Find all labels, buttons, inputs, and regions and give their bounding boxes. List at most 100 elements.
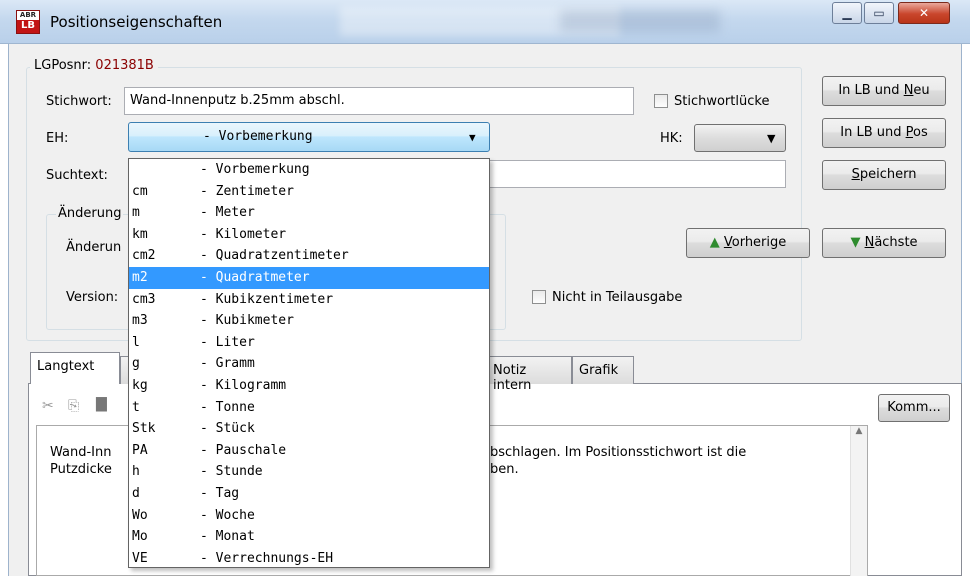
option-code: VE — [132, 550, 148, 566]
option-name: - Kubikzentimeter — [200, 291, 334, 307]
dropdown-option[interactable]: m3 - Kubikmeter — [129, 310, 489, 332]
option-code: PA — [132, 442, 148, 458]
lgposnr-legend: LGPosnr: 021381B — [30, 58, 158, 73]
lgposnr-value: 021381B — [95, 58, 154, 73]
dropdown-option[interactable]: g - Gramm — [129, 353, 489, 375]
option-code: l — [132, 334, 140, 350]
in-lb-und-neu-button[interactable]: In LB und Neu — [822, 76, 946, 106]
blurred-background — [560, 10, 720, 32]
option-code: t — [132, 399, 140, 415]
stichwort-input[interactable]: Wand-Innenputz b.25mm abschl. — [124, 87, 634, 115]
tab-grafik[interactable]: Grafik — [572, 356, 634, 384]
stichwortluecke-label: Stichwortlücke — [674, 94, 770, 109]
editor-text-line: bschlagen. Im Positionsstichwort ist die — [490, 445, 747, 460]
button-label-mnemonic: P — [905, 125, 914, 140]
speichern-button[interactable]: Speichern — [822, 160, 946, 190]
cut-icon[interactable]: ✂ — [42, 398, 54, 414]
option-code: m2 — [132, 269, 148, 285]
lgposnr-label: LGPosnr: — [34, 58, 92, 73]
option-name: - Kilogramm — [200, 377, 287, 393]
option-code: g — [132, 356, 140, 372]
eh-select[interactable]: - Vorbemerkung ▼ — [128, 122, 490, 152]
option-name: - Tag — [200, 485, 240, 501]
option-code: d — [132, 485, 140, 501]
maximize-button[interactable]: ▭ — [864, 2, 894, 24]
option-name: - Tonne — [200, 399, 255, 415]
option-code: cm2 — [132, 248, 156, 264]
close-button[interactable]: ✕ — [898, 2, 950, 24]
button-label: In LB und — [838, 83, 904, 98]
dropdown-option[interactable]: PA - Pauschale — [129, 440, 489, 462]
tab-langtext[interactable]: Langtext — [30, 352, 120, 384]
option-name: - Stunde — [200, 464, 263, 480]
tab-label: Grafik — [579, 363, 619, 378]
stichwortluecke-checkbox[interactable] — [654, 94, 668, 108]
komm-button[interactable]: Komm... — [878, 394, 950, 422]
option-code: Stk — [132, 421, 156, 437]
option-name: - Verrechnungs-EH — [200, 550, 334, 566]
nicht-teilausgabe-label: Nicht in Teilausgabe — [552, 290, 683, 305]
naechste-button[interactable]: ▼ Nächste — [822, 228, 946, 258]
option-name: - Kubikmeter — [200, 313, 294, 329]
option-name: - Kilometer — [200, 226, 287, 242]
dropdown-option[interactable]: VE - Verrechnungs-EH — [129, 548, 489, 570]
paste-icon[interactable]: ▇ — [96, 396, 107, 412]
option-name: - Zentimeter — [200, 183, 294, 199]
eh-dropdown-list[interactable]: - Vorbemerkung cm - Zentimeter m - Meter km - … — [128, 158, 490, 568]
dropdown-option[interactable]: m - Meter — [129, 202, 489, 224]
suchtext-input[interactable] — [486, 160, 786, 188]
minimize-button[interactable]: ▁ — [832, 2, 862, 24]
hk-label: HK: — [660, 131, 683, 146]
window-title: Positionseigenschaften — [50, 13, 223, 31]
dropdown-option[interactable]: cm3 - Kubikzentimeter — [129, 289, 489, 311]
dropdown-option[interactable]: Mo - Monat — [129, 526, 489, 548]
eh-selected-value: - Vorbemerkung — [203, 129, 313, 144]
copy-icon[interactable]: ⎘ — [68, 398, 79, 414]
option-name: - Monat — [200, 529, 255, 545]
app-icon[interactable]: ABR LB — [16, 10, 40, 34]
editor-text-line: Putzdicke — [50, 462, 112, 477]
editor-text-line: Wand-Inn — [50, 445, 112, 460]
hk-select[interactable]: ▼ — [694, 124, 786, 152]
tab-notiz-intern[interactable]: Notiz intern — [486, 356, 572, 393]
dropdown-option[interactable]: m2 - Quadratmeter — [129, 266, 489, 289]
vertical-scrollbar[interactable]: ▲ — [850, 426, 867, 576]
button-label-mnemonic: V — [723, 235, 732, 250]
dropdown-option[interactable]: h - Stunde — [129, 461, 489, 483]
close-icon: ✕ — [918, 6, 930, 20]
dropdown-option[interactable]: kg - Kilogramm — [129, 375, 489, 397]
eh-label: EH: — [46, 131, 69, 146]
option-name: - Gramm — [200, 356, 255, 372]
nicht-teilausgabe-checkbox[interactable] — [532, 290, 546, 304]
scroll-up-icon[interactable]: ▲ — [856, 426, 863, 436]
dropdown-option[interactable]: - Vorbemerkung — [129, 159, 489, 181]
option-code: Mo — [132, 529, 148, 545]
dropdown-option[interactable]: cm - Zentimeter — [129, 181, 489, 203]
dropdown-option[interactable]: km - Kilometer — [129, 224, 489, 246]
option-code: h — [132, 464, 140, 480]
dropdown-option[interactable]: t - Tonne — [129, 397, 489, 419]
aenderung-label: Änderun — [66, 240, 122, 255]
option-code: km — [132, 226, 148, 242]
button-label-mnemonic: S — [851, 167, 860, 182]
dropdown-option[interactable]: d - Tag — [129, 483, 489, 505]
dropdown-option[interactable]: l - Liter — [129, 332, 489, 354]
option-code: cm3 — [132, 291, 156, 307]
in-lb-und-pos-button[interactable]: In LB und Pos — [822, 118, 946, 148]
vorherige-button[interactable]: ▲ Vorherige — [686, 228, 810, 258]
arrow-up-icon: ▲ — [709, 235, 720, 250]
dropdown-option[interactable]: cm2 - Quadratzentimeter — [129, 245, 489, 267]
app-icon-bottom-text: LB — [17, 20, 39, 33]
option-code: Wo — [132, 507, 148, 523]
option-name: - Pauschale — [200, 442, 287, 458]
dropdown-option[interactable]: Wo - Woche — [129, 505, 489, 527]
tab-label: Langtext — [37, 359, 95, 374]
dropdown-option[interactable]: Stk - Stück — [129, 418, 489, 440]
option-name: - Liter — [200, 334, 255, 350]
option-code: cm — [132, 183, 148, 199]
button-label: peichern — [859, 167, 917, 182]
version-label: Version: — [66, 290, 119, 305]
button-label-mnemonic: N — [903, 83, 914, 98]
button-label-mnemonic: N — [864, 235, 875, 250]
button-label: eu — [913, 83, 930, 98]
